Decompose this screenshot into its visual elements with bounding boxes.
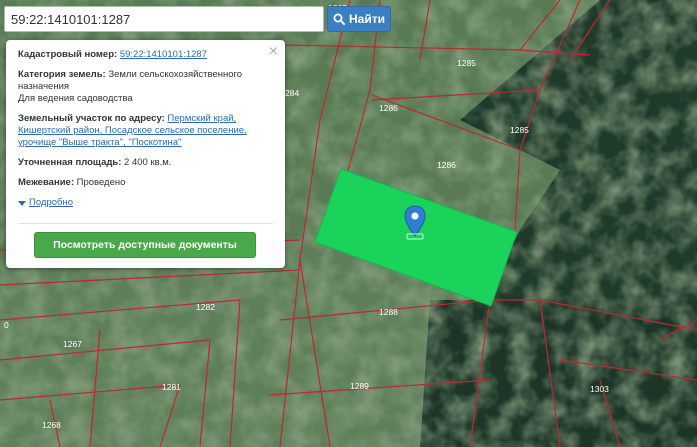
search-button-label: Найти [349, 12, 385, 26]
land-category-row: Категория земель: Земли сельскохозяйстве… [18, 69, 273, 105]
parcel-label: 1286 [437, 160, 456, 170]
map-marker-icon[interactable] [404, 205, 426, 240]
parcel-label: 1267 [63, 339, 82, 349]
cadastral-number-row: Кадастровый номер: 59:22:1410101:1287 [18, 49, 273, 61]
survey-row: Межевание: Проведено [18, 177, 273, 189]
address-label: Земельный участок по адресу: [18, 113, 165, 124]
parcel-label: 0 [4, 320, 9, 330]
cadastral-number-link[interactable]: 59:22:1410101:1287 [120, 49, 207, 60]
cadastral-number-label: Кадастровый номер: [18, 49, 118, 60]
land-category-label: Категория земель: [18, 69, 106, 80]
search-input[interactable] [4, 6, 324, 32]
parcel-label: 1288 [379, 307, 398, 317]
triangle-down-icon [18, 200, 26, 206]
details-link-label: Подробно [29, 197, 73, 208]
address-row: Земельный участок по адресу: Пермский кр… [18, 113, 273, 149]
search-icon [333, 13, 345, 25]
parcel-label: 1285 [510, 125, 529, 135]
parcel-label: 1281 [162, 382, 181, 392]
area-row: Уточненная площадь: 2 400 кв.м. [18, 157, 273, 169]
parcel-label: 1282 [196, 302, 215, 312]
parcel-label: 1303 [590, 384, 609, 394]
area-label: Уточненная площадь: [18, 157, 122, 168]
parcel-label: 1268 [42, 420, 61, 430]
area-value: 2 400 кв.м. [124, 157, 172, 168]
view-documents-button[interactable]: Посмотреть доступные документы [34, 232, 256, 258]
parcel-label: 1286 [379, 103, 398, 113]
close-icon[interactable]: × [269, 44, 278, 60]
survey-value: Проведено [76, 177, 126, 188]
search-button[interactable]: Найти [327, 6, 391, 32]
parcel-label: 1285 [457, 58, 476, 68]
parcel-info-popup: × Кадастровый номер: 59:22:1410101:1287 … [6, 40, 285, 268]
parcel-label: 1289 [350, 381, 369, 391]
land-usage-value: Для ведения садоводства [18, 93, 133, 104]
survey-label: Межевание: [18, 177, 74, 188]
details-link[interactable]: Подробно [18, 197, 273, 209]
popup-divider [18, 223, 273, 224]
parcel-label: 284 [285, 88, 299, 98]
